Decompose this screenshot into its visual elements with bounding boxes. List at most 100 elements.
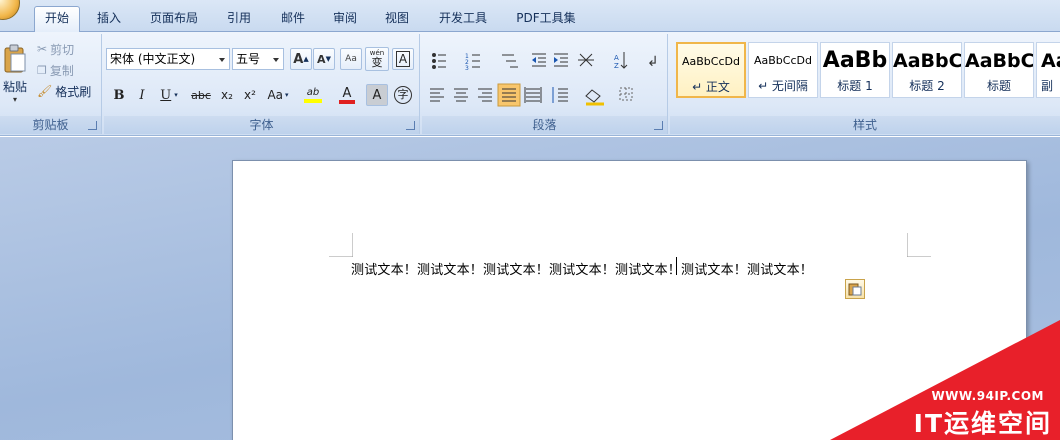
style-sample: AaBbC	[893, 50, 961, 72]
font-name-value: 宋体 (中文正文)	[110, 52, 196, 66]
style-name: ↵ 正文	[692, 80, 730, 94]
change-case-label: Aa	[267, 88, 284, 102]
style-name: ↵ 无间隔	[758, 79, 808, 93]
paste-options-button[interactable]	[845, 279, 865, 299]
multilevel-list-icon	[502, 54, 518, 68]
brush-icon: 🖌	[37, 84, 53, 98]
italic-button[interactable]: I	[131, 84, 153, 106]
subscript-button[interactable]: x₂	[216, 84, 238, 106]
crop-mark-top-left-icon	[329, 233, 353, 257]
superscript-button[interactable]: x²	[239, 84, 261, 106]
style-name: 标题	[986, 79, 1011, 93]
svg-text:↲: ↲	[647, 54, 659, 70]
tab-page-layout[interactable]: 页面布局	[144, 8, 204, 32]
watermark-url: WWW.94IP.COM	[931, 389, 1044, 403]
character-shading-label: A	[372, 87, 382, 103]
tab-review[interactable]: 审阅	[324, 8, 366, 32]
tab-mailings[interactable]: 邮件	[272, 8, 314, 32]
paste-options-icon	[848, 283, 862, 296]
svg-text:Z: Z	[614, 62, 619, 70]
shrink-font-button[interactable]: A ▼	[313, 48, 335, 70]
enclose-characters-label: 字	[394, 86, 412, 104]
highlight-button[interactable]: ab	[296, 84, 330, 106]
font-color-button[interactable]: A	[332, 84, 362, 106]
paragraph-launcher-icon[interactable]	[654, 121, 663, 130]
style-normal[interactable]: AaBbCcDd ↵ 正文	[676, 42, 746, 98]
phonetic-guide-button[interactable]: wén 变	[365, 47, 389, 71]
font-group: 宋体 (中文正文) 五号 A ▲ A ▼ Aa wén 变 A B I U ▾ …	[104, 34, 420, 134]
eraser-icon: Aa	[345, 54, 357, 64]
tab-pdf-tools[interactable]: PDF工具集	[510, 8, 582, 32]
align-right-icon	[478, 88, 492, 102]
paragraph-group-label: 段落	[422, 116, 667, 134]
grow-font-button[interactable]: A ▲	[290, 48, 312, 70]
bullets-icon	[432, 53, 446, 69]
tab-references[interactable]: 引用	[218, 8, 260, 32]
character-border-button[interactable]: A	[392, 48, 414, 70]
scissors-icon: ✂	[37, 42, 48, 56]
text-caret	[676, 257, 677, 275]
ribbon-tab-bar: 开始 插入 页面布局 引用 邮件 审阅 视图 开发工具 PDF工具集	[0, 0, 1060, 33]
style-sample: AaBbCcDd	[754, 54, 812, 67]
distributed-icon	[524, 87, 542, 103]
font-group-label: 字体	[104, 116, 419, 134]
paste-button[interactable]: 粘贴 ▾	[0, 38, 30, 110]
underline-label: U	[160, 87, 172, 103]
enclose-characters-button[interactable]: 字	[392, 84, 414, 106]
highlight-label: ab	[306, 87, 320, 98]
change-case-button[interactable]: Aa ▾	[262, 84, 294, 106]
sort-icon: AZ	[614, 52, 628, 70]
decrease-indent-icon	[532, 53, 546, 67]
cut-button[interactable]: ✂ 剪切	[36, 40, 96, 58]
phonetic-char: 变	[371, 56, 383, 69]
underline-button[interactable]: U ▾	[154, 84, 184, 106]
clear-format-button[interactable]: Aa	[340, 48, 362, 70]
font-name-combo[interactable]: 宋体 (中文正文)	[106, 48, 230, 70]
tab-developer[interactable]: 开发工具	[432, 8, 494, 32]
chinese-layout-icon	[578, 53, 594, 67]
superscript-label: x²	[244, 88, 256, 102]
ribbon: 粘贴 ▾ ✂ 剪切 ❐ 复制 🖌 格式刷 剪贴板 宋体 (中文正文) 五号 A ▲	[0, 32, 1060, 136]
font-size-combo[interactable]: 五号	[232, 48, 284, 70]
tab-home[interactable]: 开始	[34, 6, 80, 33]
tab-view[interactable]: 视图	[376, 8, 418, 32]
strikethrough-button[interactable]: abc	[187, 84, 215, 106]
svg-text:3: 3	[465, 65, 469, 72]
character-shading-button[interactable]: A	[366, 84, 388, 106]
shrink-font-label: A	[317, 52, 326, 66]
format-painter-button[interactable]: 🖌 格式刷	[36, 82, 98, 100]
office-button[interactable]	[0, 0, 20, 20]
style-heading-1[interactable]: AaBb 标题 1	[820, 42, 890, 98]
line-spacing-icon	[552, 87, 568, 103]
highlight-color-bar	[304, 99, 322, 103]
italic-label: I	[139, 87, 145, 103]
crop-mark-top-right-icon	[907, 233, 931, 257]
paragraph-icons: 123 AZ ↲	[430, 52, 659, 107]
clipboard-launcher-icon[interactable]	[88, 121, 97, 130]
style-subtitle[interactable]: Aa 副	[1036, 42, 1060, 98]
align-center-icon	[454, 88, 468, 102]
style-sample: AaBbCcDd	[682, 55, 740, 68]
tab-insert[interactable]: 插入	[88, 8, 130, 32]
borders-icon	[619, 87, 633, 101]
numbering-icon: 123	[465, 53, 480, 72]
style-no-spacing[interactable]: AaBbCcDd ↵ 无间隔	[748, 42, 818, 98]
styles-group-label: 样式	[670, 116, 1060, 134]
character-border-label: A	[395, 51, 411, 67]
style-heading-2[interactable]: AaBbC 标题 2	[892, 42, 962, 98]
document-text[interactable]: 测试文本！测试文本！测试文本！测试文本！测试文本！测试文本！测试文本！	[351, 259, 813, 278]
styles-group: AaBbCcDd ↵ 正文 AaBbCcDd ↵ 无间隔 AaBb 标题 1 A…	[670, 34, 1060, 134]
cut-label: 剪切	[50, 42, 75, 57]
subscript-label: x₂	[221, 88, 233, 102]
font-launcher-icon[interactable]	[406, 121, 415, 130]
clipboard-group-label: 剪贴板	[0, 116, 101, 134]
style-title[interactable]: AaBbC 标题	[964, 42, 1034, 98]
watermark-brand: IT运维空间	[913, 409, 1052, 438]
style-name: 标题 1	[837, 79, 873, 93]
paste-icon	[4, 44, 26, 73]
bold-label: B	[113, 87, 125, 103]
copy-label: 复制	[49, 63, 74, 78]
font-color-bar	[339, 99, 355, 104]
copy-button[interactable]: ❐ 复制	[36, 61, 96, 79]
bold-button[interactable]: B	[108, 84, 130, 106]
